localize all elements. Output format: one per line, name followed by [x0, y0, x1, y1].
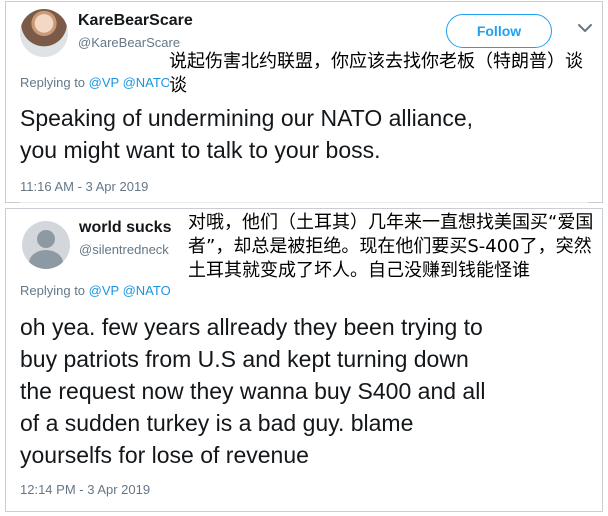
timestamp[interactable]: 11:16 AM - 3 Apr 2019: [20, 179, 148, 194]
display-name[interactable]: world sucks: [79, 219, 171, 237]
tweet-card: KareBearScare @KareBearScare Follow Repl…: [5, 1, 603, 203]
mention-link-nato[interactable]: @NATO: [123, 283, 171, 298]
tweet-card: world sucks @silentredneck Replying to @…: [5, 208, 603, 512]
divider: [20, 202, 588, 203]
mention-link-vp[interactable]: @VP: [89, 283, 119, 298]
tweet-text-line: you might want to talk to your boss.: [20, 137, 381, 163]
chevron-down-icon[interactable]: [574, 17, 596, 39]
translation-overlay: 对哦，他们（土耳其）几年来一直想找美国买“爱国者”，却总是被拒绝。现在他们要买S…: [188, 211, 598, 283]
follow-button[interactable]: Follow: [446, 14, 552, 48]
mention-link-nato[interactable]: @NATO: [123, 75, 171, 90]
tweet-text-line: buy patriots from U.S and kept turning d…: [20, 346, 469, 372]
timestamp[interactable]: 12:14 PM - 3 Apr 2019: [20, 482, 150, 497]
avatar-body-shape: [29, 250, 63, 269]
tweet-text-line: the request now they wanna buy S400 and …: [20, 378, 486, 404]
replying-to: Replying to @VP @NATO: [20, 283, 171, 298]
avatar[interactable]: [20, 9, 68, 57]
tweet-text-line: yourselfs for lose of revenue: [20, 442, 309, 468]
tweet-text-line: oh yea. few years allready they been try…: [20, 314, 483, 340]
display-name[interactable]: KareBearScare: [78, 12, 193, 30]
user-handle[interactable]: @silentredneck: [79, 242, 169, 257]
tweet-text: Speaking of undermining our NATO allianc…: [20, 102, 590, 166]
replying-to-label: Replying to: [20, 75, 89, 90]
default-user-icon[interactable]: [22, 221, 70, 269]
user-handle[interactable]: @KareBearScare: [78, 35, 180, 50]
avatar-head-shape: [37, 230, 55, 248]
tweet-text-line: Speaking of undermining our NATO allianc…: [20, 105, 474, 131]
tweet-text-line: of a sudden turkey is a bad guy. blame: [20, 410, 414, 436]
mention-link-vp[interactable]: @VP: [89, 75, 119, 90]
replying-to: Replying to @VP @NATO: [20, 75, 171, 90]
translation-overlay: 说起伤害北约联盟，你应该去找你老板（特朗普）谈谈: [169, 50, 589, 98]
tweet-text: oh yea. few years allready they been try…: [20, 311, 590, 471]
replying-to-label: Replying to: [20, 283, 89, 298]
